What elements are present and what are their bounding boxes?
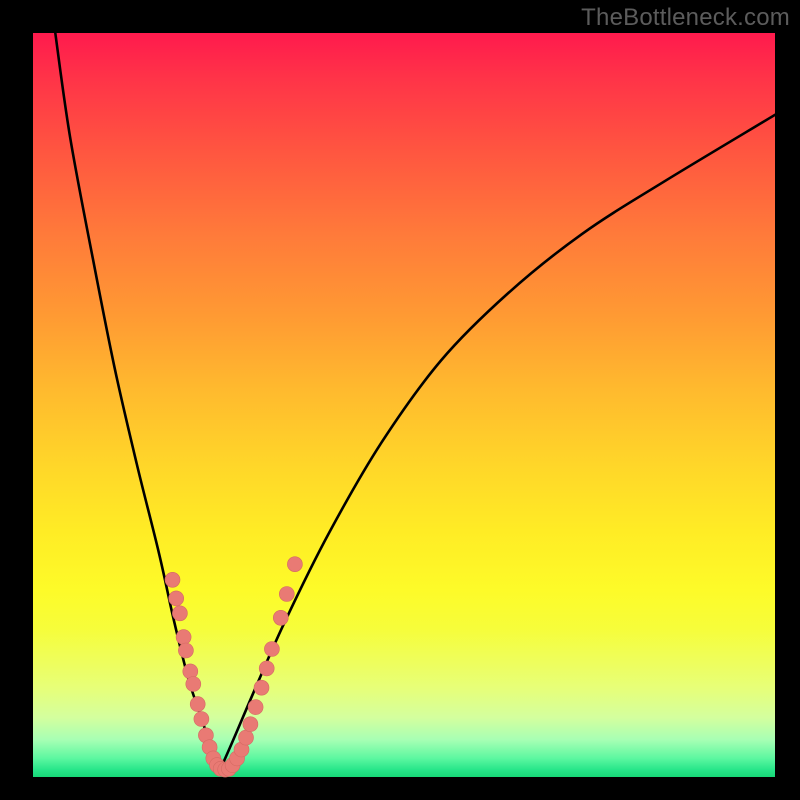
sample-dot (186, 677, 201, 692)
sample-dot (273, 610, 288, 625)
sample-dot (279, 587, 294, 602)
sample-dot (190, 697, 205, 712)
curve-layer (33, 33, 775, 777)
sample-dot (172, 606, 187, 621)
sample-dot (194, 712, 209, 727)
sample-dots (165, 557, 302, 777)
sample-dot (254, 680, 269, 695)
sample-dot (243, 717, 258, 732)
sample-dot (169, 591, 184, 606)
plot-area (33, 33, 775, 777)
curve-left (55, 33, 218, 773)
sample-dot (264, 642, 279, 657)
sample-dot (178, 643, 193, 658)
sample-dot (239, 730, 254, 745)
curve-right (219, 115, 776, 774)
sample-dot (287, 557, 302, 572)
watermark-text: TheBottleneck.com (581, 4, 790, 32)
sample-dot (176, 630, 191, 645)
sample-dot (248, 700, 263, 715)
sample-dot (165, 572, 180, 587)
sample-dot (259, 661, 274, 676)
chart-stage: TheBottleneck.com (0, 0, 800, 800)
